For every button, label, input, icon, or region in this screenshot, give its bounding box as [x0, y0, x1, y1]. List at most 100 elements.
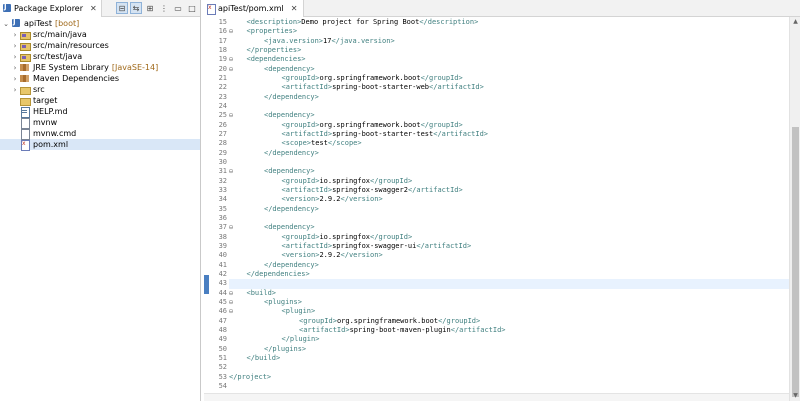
xml-text: org.springframework.boot [319, 120, 421, 129]
scrollbar-thumb[interactable] [792, 127, 799, 397]
scroll-up-arrow-icon[interactable]: ▲ [790, 17, 800, 27]
line-number: 54 [218, 381, 227, 390]
code-line[interactable]: <plugins> [264, 298, 302, 307]
tree-item[interactable]: ⌄ apiTest[boot] [0, 18, 200, 29]
xml-tag: <java.version> [264, 36, 324, 45]
minimize-icon[interactable]: ▭ [172, 2, 184, 14]
xml-tag: <groupId> [281, 176, 320, 185]
code-line[interactable]: <dependency> [264, 111, 315, 120]
maximize-icon[interactable]: □ [186, 2, 198, 14]
xml-tag: </plugins> [264, 344, 307, 353]
code-line[interactable]: <groupId>org.springframework.boot</group… [282, 121, 463, 130]
tree-item[interactable]: › src [0, 84, 200, 95]
code-line[interactable]: <version>2.9.2</version> [282, 195, 383, 204]
expand-arrow-icon[interactable]: › [11, 86, 19, 94]
code-lines[interactable]: <description>Demo project for Spring Boo… [229, 17, 793, 401]
code-line[interactable]: <version>2.9.2</version> [282, 251, 383, 260]
code-line[interactable]: </dependencies> [247, 270, 310, 279]
code-line[interactable]: <plugin> [282, 307, 316, 316]
collapse-all-icon[interactable]: ⊟ [116, 2, 128, 14]
code-line[interactable]: <dependency> [264, 167, 315, 176]
code-line[interactable]: <scope>test</scope> [282, 139, 362, 148]
xml-tag: <artifactId> [281, 83, 333, 92]
xml-tag: <artifactId> [281, 129, 333, 138]
xml-text: org.springframework.boot [319, 73, 421, 82]
code-line[interactable]: </project> [229, 373, 271, 382]
line-number: 46 [218, 307, 227, 316]
code-line[interactable]: <properties> [247, 27, 298, 36]
tree-item[interactable]: › src/main/java [0, 29, 200, 40]
line-number: 52 [218, 363, 227, 372]
xml-text: test [311, 139, 328, 148]
folder-icon [20, 85, 31, 95]
expand-arrow-icon[interactable]: › [11, 75, 19, 83]
tree-item[interactable]: › JRE System Library [JavaSE-14] [0, 62, 200, 73]
code-area[interactable]: 15 16 ⊖ 17 18 19 ⊖ 20 ⊖ 21 22 23 24 25 ⊖ 26 27 28 29 30 31 ⊖ 3… [204, 17, 800, 401]
code-line[interactable]: <java.version>17</java.version> [264, 37, 395, 46]
line-number: 41 [218, 260, 227, 269]
code-line[interactable]: <artifactId>spring-boot-starter-web</art… [282, 83, 484, 92]
expand-arrow-icon[interactable]: › [11, 53, 19, 61]
tree-item[interactable]: › Maven Dependencies [0, 73, 200, 84]
tree-item[interactable]: target [0, 95, 200, 106]
xml-tag: <scope> [281, 139, 312, 148]
expand-arrow-icon[interactable]: ⌄ [2, 20, 10, 28]
scroll-down-arrow-icon[interactable]: ▼ [790, 391, 800, 401]
filter-icon[interactable]: ⊞ [144, 2, 156, 14]
tree-item[interactable]: HELP.md [0, 106, 200, 118]
expand-arrow-icon[interactable]: › [11, 31, 19, 39]
xml-tag: <description> [246, 18, 302, 26]
xml-text: 2.9.2 [319, 251, 341, 260]
tree-item-label: src/main/java [33, 30, 87, 39]
line-number: 15 [218, 18, 227, 26]
line-number: 17 [218, 36, 227, 45]
code-line[interactable]: </build> [247, 354, 281, 363]
code-line[interactable]: <artifactId>spring-boot-starter-test</ar… [282, 130, 489, 139]
line-number: 45 [218, 297, 227, 306]
package-explorer-tab[interactable]: Package Explorer ✕ [0, 0, 102, 17]
horizontal-scrollbar[interactable] [204, 393, 789, 401]
expand-arrow-icon[interactable]: › [11, 64, 19, 72]
code-line[interactable]: </dependency> [264, 149, 319, 158]
code-line[interactable]: <artifactId>springfox-swagger-ui</artifa… [282, 242, 472, 251]
code-line[interactable]: <groupId>org.springframework.boot</group… [299, 317, 480, 326]
project-icon [11, 18, 21, 28]
line-number: 33 [218, 185, 227, 194]
editor-tab-bar: apiTest/pom.xml ✕ [204, 0, 800, 17]
tree-item[interactable]: › src/test/java [0, 51, 200, 62]
code-line[interactable]: <dependency> [264, 65, 315, 74]
code-line[interactable]: </properties> [247, 46, 302, 55]
expand-arrow-icon[interactable]: › [11, 42, 19, 50]
code-line[interactable]: </plugin> [282, 335, 320, 344]
close-icon[interactable]: ✕ [90, 4, 97, 13]
line-number: 24 [218, 101, 227, 110]
tree-item[interactable]: mvnw.cmd [0, 128, 200, 140]
link-with-editor-icon[interactable]: ⇆ [130, 2, 142, 14]
tree-item[interactable]: mvnw [0, 117, 200, 129]
tree-item[interactable]: pom.xml [0, 139, 200, 151]
code-line[interactable]: <groupId>org.springframework.boot</group… [282, 74, 463, 83]
code-line[interactable]: <artifactId>springfox-swagger2</artifact… [282, 186, 463, 195]
code-line[interactable]: </dependency> [264, 93, 319, 102]
tree-item-label: src/test/java [33, 52, 83, 61]
xml-tag: </groupId> [370, 232, 413, 241]
close-icon[interactable]: ✕ [291, 4, 298, 13]
editor-tab-pom-xml[interactable]: apiTest/pom.xml ✕ [204, 0, 305, 17]
code-line[interactable]: <groupId>io.springfox</groupId> [282, 233, 413, 242]
line-number: 23 [218, 92, 227, 101]
code-line[interactable]: <groupId>io.springfox</groupId> [282, 177, 413, 186]
code-line[interactable]: <dependency> [264, 223, 315, 232]
code-line[interactable]: </dependency> [264, 205, 319, 214]
vertical-scrollbar[interactable]: ▲ ▼ [789, 17, 800, 401]
code-line[interactable]: </dependency> [264, 261, 319, 270]
tree-item[interactable]: › src/main/resources [0, 40, 200, 51]
code-line[interactable]: <dependencies> [247, 55, 306, 64]
code-line[interactable]: <build> [247, 289, 277, 298]
view-menu-icon[interactable]: ⋮ [158, 2, 170, 14]
code-line[interactable]: <description>Demo project for Spring Boo… [247, 18, 479, 27]
code-line[interactable]: <artifactId>spring-boot-maven-plugin</ar… [299, 326, 506, 335]
xml-tag: <dependency> [264, 111, 315, 120]
xml-tag: </version> [340, 195, 383, 204]
xml-tag: </groupId> [370, 176, 413, 185]
code-line[interactable]: </plugins> [264, 345, 306, 354]
